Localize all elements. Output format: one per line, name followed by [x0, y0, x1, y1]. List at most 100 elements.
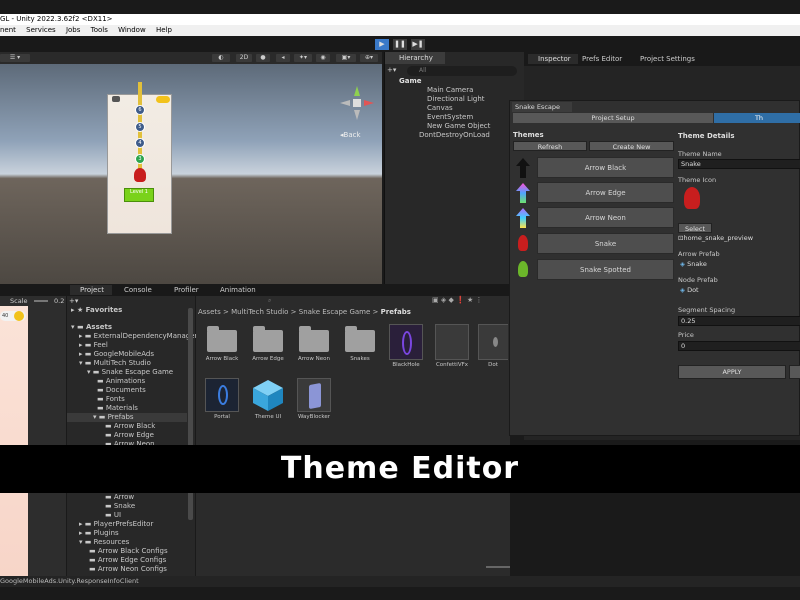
- theme-name-field[interactable]: Snake: [678, 159, 800, 169]
- theme-item-arrow-neon[interactable]: Arrow Neon: [537, 207, 674, 228]
- tree-row[interactable]: ▾ ▬ Assets: [71, 323, 112, 332]
- tab-animation[interactable]: Animation: [210, 285, 260, 295]
- tree-row[interactable]: ▬ Arrow Edge: [105, 431, 154, 440]
- theme-item-snake[interactable]: Snake: [537, 233, 674, 254]
- breadcrumb-item[interactable]: Prefabs: [381, 308, 411, 316]
- menu-help[interactable]: Help: [156, 26, 172, 34]
- hierarchy-row[interactable]: Directional Light: [385, 95, 525, 104]
- tab-profiler[interactable]: Profiler: [164, 285, 206, 295]
- tree-row[interactable]: ▬ Materials: [97, 404, 138, 413]
- effects-icon[interactable]: ✦▾: [294, 54, 312, 62]
- tab-inspector[interactable]: Inspector: [528, 54, 578, 64]
- add-asset-button[interactable]: +▾: [69, 297, 83, 305]
- hierarchy-row[interactable]: Main Camera: [385, 86, 525, 95]
- tree-row[interactable]: ▬ Arrow Neon Configs: [89, 565, 167, 574]
- tree-row[interactable]: ▬ Fonts: [97, 395, 125, 404]
- scene-tool-dropdown[interactable]: ☰ ▾: [0, 54, 30, 62]
- icon-size-slider[interactable]: [486, 566, 510, 568]
- tab-prefs-editor[interactable]: Prefs Editor: [582, 54, 628, 64]
- axis-gizmo-icon[interactable]: [336, 82, 378, 124]
- tree-row[interactable]: ▸ ▬ ExternalDependencyManager: [79, 332, 197, 341]
- tree-row[interactable]: ▬ Arrow Black Configs: [89, 547, 168, 556]
- asset-item[interactable]: Dot: [478, 324, 508, 372]
- tree-row[interactable]: ▾ ▬ Snake Escape Game: [87, 368, 173, 377]
- lighting-icon[interactable]: ●: [256, 54, 270, 62]
- asset-toolbar-icons[interactable]: ▣ ◈ ◆ ❗ ★ ⋮: [432, 296, 508, 306]
- camera-icon[interactable]: ▣▾: [336, 54, 356, 62]
- menu-tools[interactable]: Tools: [91, 26, 108, 34]
- menu-services[interactable]: Services: [26, 26, 56, 34]
- step-button[interactable]: ▶❚: [411, 39, 425, 50]
- price-field[interactable]: 0: [678, 341, 800, 351]
- game-view[interactable]: [0, 306, 28, 576]
- tab-project[interactable]: Project: [70, 285, 112, 295]
- toggle-2d-button[interactable]: 2D: [236, 54, 252, 62]
- theme-item-arrow-black[interactable]: Arrow Black: [537, 157, 674, 178]
- tree-row[interactable]: ▬ Snake: [105, 502, 135, 511]
- segment-spacing-field[interactable]: 0.25: [678, 316, 800, 326]
- asset-item[interactable]: Snakes: [340, 324, 380, 372]
- pause-button[interactable]: ❚❚: [393, 39, 407, 50]
- theme-item-snake-spotted[interactable]: Snake Spotted: [537, 259, 674, 280]
- tree-row[interactable]: ▬ Arrow Black: [105, 422, 155, 431]
- select-icon-button[interactable]: Select: [678, 223, 712, 233]
- theme-editor-tab[interactable]: Snake Escape: [512, 102, 572, 112]
- node-prefab-field[interactable]: ◈ Dot: [678, 286, 800, 296]
- hierarchy-row[interactable]: New Game Object: [385, 122, 525, 131]
- tree-row[interactable]: ▬ Documents: [97, 386, 146, 395]
- tree-row[interactable]: ▸ ▬ Plugins: [79, 529, 119, 538]
- tab-project-setup[interactable]: Project Setup: [513, 113, 713, 123]
- apply-button[interactable]: APPLY: [678, 365, 786, 379]
- breadcrumb-item[interactable]: Snake Escape Game: [299, 308, 371, 316]
- tree-row[interactable]: ▾ ▬ Resources: [79, 538, 129, 547]
- tab-hierarchy[interactable]: Hierarchy: [385, 52, 445, 64]
- menu-window[interactable]: Window: [118, 26, 146, 34]
- create-new-button[interactable]: Create New: [589, 141, 674, 151]
- hierarchy-search-input[interactable]: All: [407, 66, 517, 76]
- tree-row[interactable]: ▬ UI: [105, 511, 121, 520]
- icon-object-field[interactable]: ⊡home_snake_preview: [678, 234, 800, 244]
- favorites-header[interactable]: ▸ ★ Favorites: [71, 306, 122, 315]
- audio-icon[interactable]: ◂: [276, 54, 290, 62]
- tree-row[interactable]: ▬ Arrow: [105, 493, 134, 502]
- menu-component[interactable]: nent: [0, 26, 16, 34]
- tab-theme-editor[interactable]: Th: [714, 113, 800, 123]
- tree-row[interactable]: ▬ Animations: [97, 377, 145, 386]
- scene-view[interactable]: [0, 64, 382, 284]
- hidden-objects-icon[interactable]: ◉: [316, 54, 330, 62]
- asset-item[interactable]: Theme UI: [248, 378, 288, 426]
- asset-item[interactable]: ConfettiVFx: [432, 324, 472, 372]
- hierarchy-row[interactable]: EventSystem: [385, 113, 525, 122]
- tab-project-settings[interactable]: Project Settings: [630, 54, 710, 64]
- tree-row[interactable]: ▸ ▬ PlayerPrefsEditor: [79, 520, 153, 529]
- arrow-prefab-field[interactable]: ◈ Snake: [678, 260, 800, 270]
- breadcrumb-item[interactable]: MultiTech Studio: [231, 308, 288, 316]
- asset-item[interactable]: Arrow Edge: [248, 324, 288, 372]
- theme-item-arrow-edge[interactable]: Arrow Edge: [537, 182, 674, 203]
- tree-row[interactable]: ▾ ▬ MultiTech Studio: [79, 359, 151, 368]
- tab-console[interactable]: Console: [114, 285, 156, 295]
- tree-row-selected[interactable]: ▾ ▬ Prefabs: [67, 413, 187, 422]
- gizmos-icon[interactable]: ⊕▾: [360, 54, 378, 62]
- hierarchy-row[interactable]: DontDestroyOnLoad: [385, 131, 525, 140]
- refresh-button[interactable]: Refresh: [513, 141, 587, 151]
- shading-mode-icon[interactable]: ◐: [212, 54, 230, 62]
- node-prefab-label: Node Prefab: [678, 276, 718, 284]
- tree-row[interactable]: ▬ Arrow Edge Configs: [89, 556, 166, 565]
- hierarchy-row[interactable]: Game: [385, 77, 525, 86]
- asset-item[interactable]: Portal: [202, 378, 242, 426]
- tree-row[interactable]: ▸ ▬ GoogleMobileAds: [79, 350, 154, 359]
- asset-item[interactable]: Arrow Black: [202, 324, 242, 372]
- breadcrumb-item[interactable]: Assets: [198, 308, 221, 316]
- secondary-action-button[interactable]: [789, 365, 800, 379]
- menu-jobs[interactable]: Jobs: [66, 26, 80, 34]
- hierarchy-row[interactable]: Canvas: [385, 104, 525, 113]
- asset-item[interactable]: WayBlocker: [294, 378, 334, 426]
- play-button[interactable]: ▶: [375, 39, 389, 50]
- scale-slider[interactable]: [34, 300, 48, 302]
- asset-search-icon[interactable]: ⌕: [268, 297, 428, 305]
- tree-row[interactable]: ▸ ▬ Feel: [79, 341, 108, 350]
- add-button[interactable]: +▾: [387, 66, 401, 76]
- asset-item[interactable]: Arrow Neon: [294, 324, 334, 372]
- asset-item[interactable]: BlackHole: [386, 324, 426, 372]
